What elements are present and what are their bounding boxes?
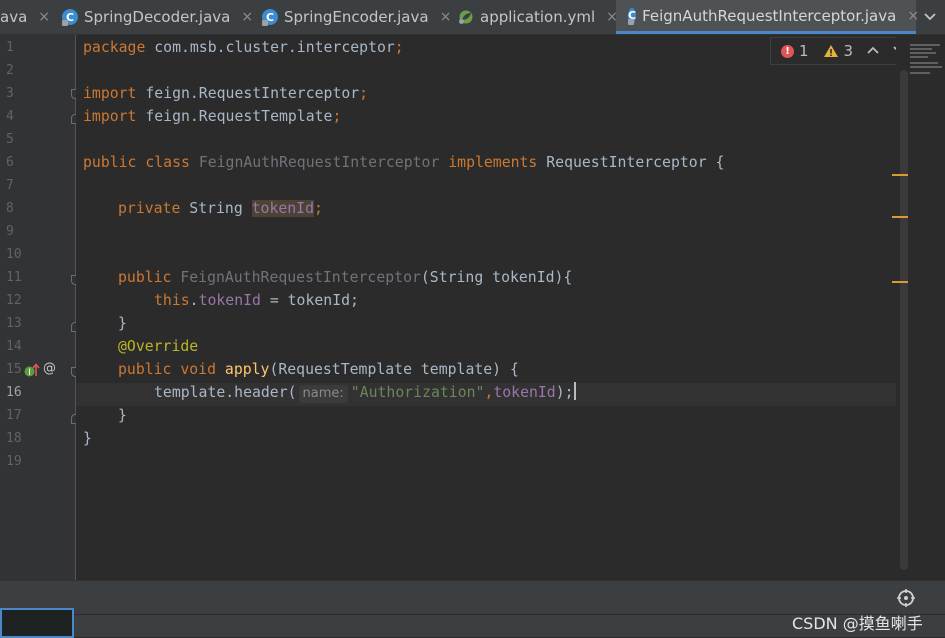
warning-stripe-marker[interactable] xyxy=(892,216,908,218)
spring-leaf-icon xyxy=(458,9,474,25)
close-icon[interactable]: × xyxy=(38,9,50,25)
line-number: 5 xyxy=(6,132,14,147)
error-count[interactable]: 1 xyxy=(799,42,809,60)
target-icon[interactable] xyxy=(896,588,916,612)
chevron-up-icon[interactable] xyxy=(867,44,879,59)
line-number: 6 xyxy=(6,155,14,170)
code-line-3: import feign.RequestInterceptor; xyxy=(83,85,369,102)
editor-tab-bar: ava × C SpringDecoder.java × C SpringEnc… xyxy=(0,0,945,35)
line-number: 1 xyxy=(6,40,14,55)
error-icon: ! xyxy=(781,44,794,58)
warning-stripe-marker[interactable] xyxy=(892,174,908,176)
warning-icon xyxy=(823,44,839,58)
java-class-icon: C xyxy=(628,7,637,25)
line-number: 13 xyxy=(6,316,22,331)
line-number: 4 xyxy=(6,109,14,124)
java-class-icon: C xyxy=(62,9,78,26)
tab-partial-java[interactable]: ava × xyxy=(0,0,50,34)
code-line-4: import feign.RequestTemplate; xyxy=(83,108,342,125)
close-icon[interactable]: × xyxy=(440,9,452,25)
close-icon[interactable]: × xyxy=(907,8,919,24)
tab-label: SpringEncoder.java xyxy=(284,8,429,26)
code-line-1: package com.msb.cluster.interceptor; xyxy=(83,39,404,56)
tab-spring-decoder[interactable]: C SpringDecoder.java × xyxy=(62,0,253,34)
tab-label: application.yml xyxy=(480,8,596,26)
java-class-icon: C xyxy=(262,9,278,26)
tab-spring-encoder[interactable]: C SpringEncoder.java × xyxy=(262,0,451,34)
code-line-17: } xyxy=(118,407,127,424)
line-number: 3 xyxy=(6,86,14,101)
code-line-18: } xyxy=(83,430,92,447)
editor-gutter[interactable]: 1 2 3 4 5 6 7 8 9 10 11 12 13 14 15 16 1… xyxy=(0,35,80,580)
code-editor[interactable]: package com.msb.cluster.interceptor; imp… xyxy=(76,35,896,580)
code-line-6: public class FeignAuthRequestInterceptor… xyxy=(83,154,725,171)
window-thumbnail[interactable] xyxy=(0,608,74,638)
code-line-11: public FeignAuthRequestInterceptor(Strin… xyxy=(118,269,573,286)
implementing-method-icon[interactable]: I xyxy=(24,362,40,382)
code-line-16: template.header(name: "Authorization",tok… xyxy=(154,382,576,403)
warning-stripe-marker[interactable] xyxy=(892,281,908,283)
tab-feign-auth-request-interceptor[interactable]: C FeignAuthRequestInterceptor.java × xyxy=(616,0,919,34)
line-number: 15 xyxy=(6,362,22,377)
line-number: 18 xyxy=(6,431,22,446)
chevron-down-icon[interactable] xyxy=(923,9,937,28)
line-number: 8 xyxy=(6,201,14,216)
text-caret xyxy=(573,382,576,400)
code-line-8: private String tokenId; xyxy=(118,200,323,217)
line-number: 11 xyxy=(6,270,22,285)
line-number: 7 xyxy=(6,178,14,193)
watermark: CSDN @摸鱼喇手 xyxy=(792,614,923,633)
code-line-12: this.tokenId = tokenId; xyxy=(154,292,359,309)
tab-label: SpringDecoder.java xyxy=(84,8,231,26)
line-number: 19 xyxy=(6,454,22,469)
line-number: 12 xyxy=(6,293,22,308)
code-line-14: @Override xyxy=(118,338,199,355)
svg-text:I: I xyxy=(28,368,31,378)
close-icon[interactable]: × xyxy=(241,9,253,25)
override-marker-icon[interactable]: @ xyxy=(43,361,56,376)
bottom-panel: CSDN @摸鱼喇手 xyxy=(0,580,945,638)
line-number: 17 xyxy=(6,408,22,423)
line-number-current: 16 xyxy=(6,385,22,400)
tab-application-yml[interactable]: application.yml × xyxy=(458,0,618,34)
warning-count[interactable]: 3 xyxy=(844,42,854,60)
tab-label: FeignAuthRequestInterceptor.java xyxy=(642,6,897,25)
line-number: 2 xyxy=(6,63,14,78)
code-line-13: } xyxy=(118,315,127,332)
line-number: 14 xyxy=(6,339,22,354)
parameter-hint: name: xyxy=(298,385,348,403)
vertical-scrollbar[interactable] xyxy=(900,70,908,570)
minimap[interactable] xyxy=(910,42,945,82)
code-line-15: public void apply(RequestTemplate templa… xyxy=(118,361,519,378)
tab-label: ava xyxy=(0,8,28,26)
inspection-widget[interactable]: ! 1 3 xyxy=(770,37,910,65)
line-number: 9 xyxy=(6,224,14,239)
line-number: 10 xyxy=(6,247,22,262)
